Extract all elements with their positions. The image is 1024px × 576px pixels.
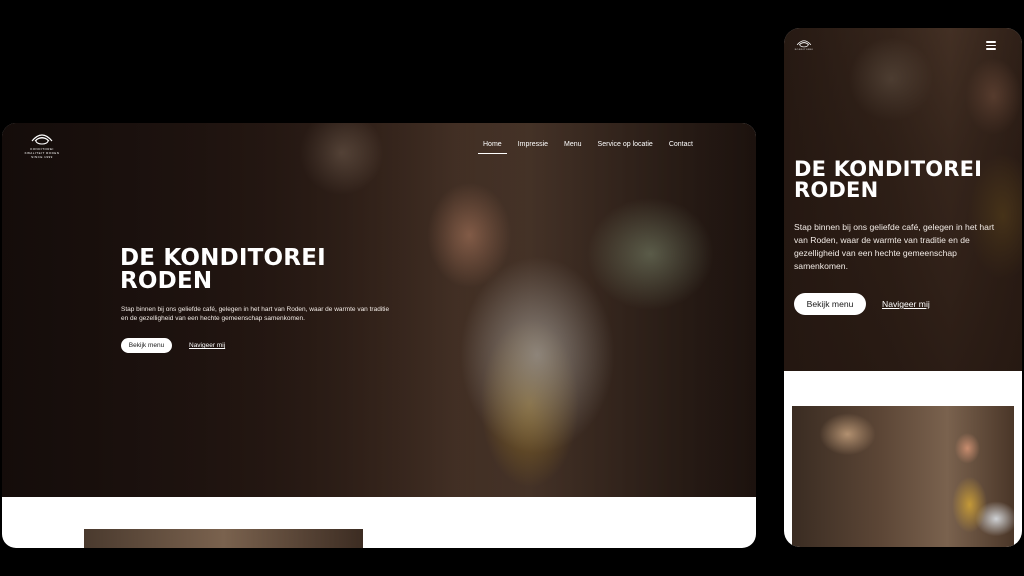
logo-since: SINCE 1999 <box>31 155 53 159</box>
hero-intro-text: Stap binnen bij ons geliefde café, geleg… <box>121 305 411 324</box>
hero-title-line1: DE KONDITOREI <box>120 245 326 271</box>
hero-intro-line4: samenkomen. <box>794 260 848 271</box>
hero-intro-text: Stap binnen bij ons geliefde café, geleg… <box>794 221 1016 273</box>
logo-wordmark: KONDITOREI <box>794 49 814 51</box>
nav-service-op-locatie[interactable]: Service op locatie <box>590 138 661 152</box>
site-logo[interactable]: KONDITOREI KWALITEIT RODEN SINCE 1999 <box>22 131 62 159</box>
nav-impressie[interactable]: Impressie <box>510 138 556 152</box>
nav-contact[interactable]: Contact <box>661 138 701 152</box>
main-nav: Home Impressie Menu Service op locatie C… <box>475 138 701 154</box>
view-menu-button[interactable]: Bekijk menu <box>794 293 866 315</box>
nav-menu[interactable]: Menu <box>556 138 590 152</box>
content-preview-image <box>84 529 363 548</box>
hero-title-line2: RODEN <box>120 268 213 295</box>
cafe-interior-photo <box>792 406 1014 547</box>
navigate-me-link[interactable]: Navigeer mij <box>882 298 930 310</box>
hero-title-line1: DE KONDITOREI <box>794 157 983 181</box>
hero-intro-line2: van Roden, waar de warmte van traditie e… <box>794 234 970 245</box>
site-logo[interactable]: KONDITOREI <box>790 38 818 52</box>
croissant-emblem-icon <box>796 40 812 48</box>
desktop-mockup: KONDITOREI KWALITEIT RODEN SINCE 1999 Ho… <box>2 123 756 548</box>
hero-title: DE KONDITOREI RODEN <box>120 245 326 295</box>
hero-intro-line1: Stap binnen bij ons geliefde café, geleg… <box>794 222 995 232</box>
hero-title-line2: RODEN <box>794 178 879 203</box>
mobile-mockup: KONDITOREI DE KONDITOREI RODEN Stap binn… <box>784 28 1022 547</box>
hero-intro-line2: en de gezelligheid van een hechte gemeen… <box>121 315 305 323</box>
croissant-emblem-icon <box>31 134 53 145</box>
nav-home[interactable]: Home <box>475 138 510 154</box>
hamburger-menu-icon[interactable] <box>986 41 996 50</box>
hero-title: DE KONDITOREI RODEN <box>794 157 983 203</box>
navigate-me-link[interactable]: Navigeer mij <box>189 341 225 350</box>
hero-intro-line1: Stap binnen bij ons geliefde café, geleg… <box>121 306 390 313</box>
view-menu-button[interactable]: Bekijk menu <box>121 338 172 353</box>
hero-intro-line3: gezelligheid van een hechte gemeenschap <box>794 247 957 258</box>
